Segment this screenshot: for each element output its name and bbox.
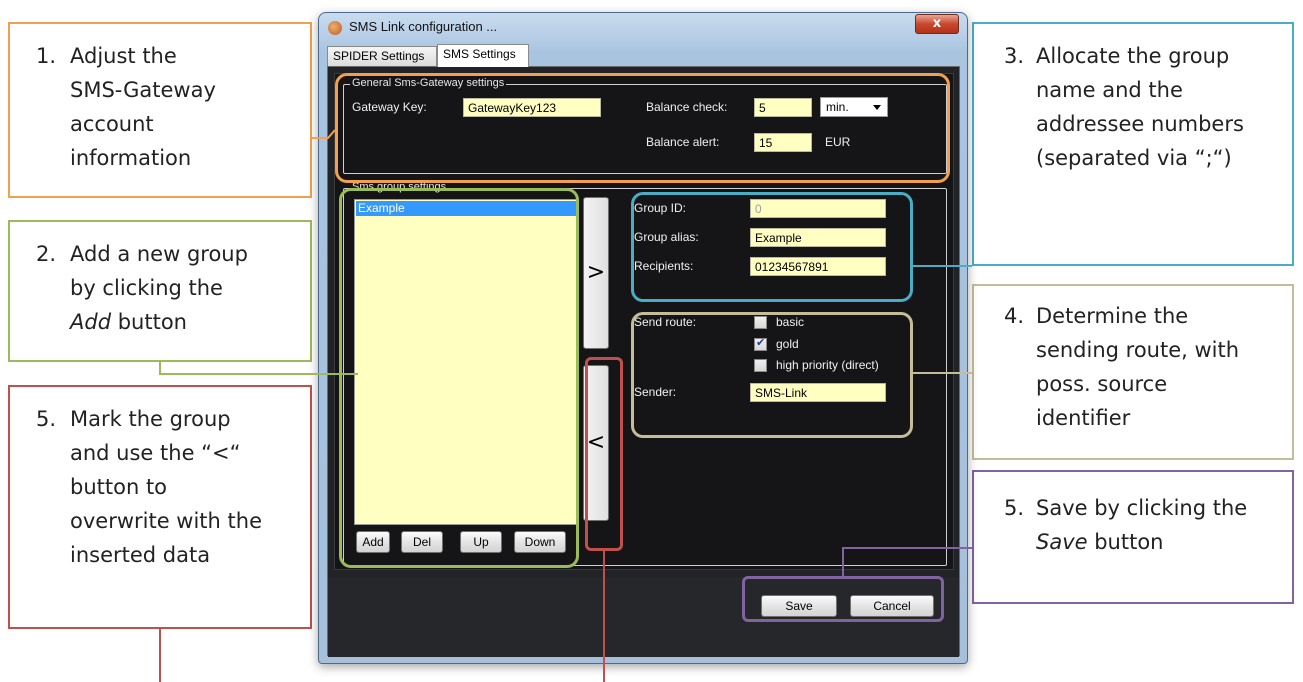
- callout-line-rest: button: [1087, 530, 1164, 554]
- callout-number: 3.: [1004, 44, 1025, 68]
- callout-line: sending route, with: [1036, 338, 1240, 362]
- callout-line: Allocate the group: [1036, 44, 1230, 68]
- callout-line: by clicking the: [70, 276, 223, 300]
- callout-line: Determine the: [1036, 304, 1189, 328]
- callout-mark-group: 5. Mark the group and use the “<“ button…: [8, 385, 312, 629]
- callout-line: Add button: [70, 306, 187, 338]
- callout-line: Save by clicking the: [1036, 496, 1248, 520]
- callout-emphasis: Add: [70, 310, 112, 334]
- callout-add-group: 2. Add a new group by clicking the Add b…: [8, 220, 312, 362]
- app-icon: [328, 21, 342, 35]
- callout-line-rest: button: [111, 310, 187, 334]
- highlight-move-left-button: [585, 357, 623, 551]
- move-right-button[interactable]: >: [583, 197, 609, 349]
- window-title: SMS Link configuration ...: [349, 19, 498, 34]
- callout-line: Save button: [1036, 526, 1164, 558]
- callout-emphasis: Save: [1036, 530, 1088, 554]
- callout-line: account: [70, 112, 154, 136]
- callout-number: 5.: [36, 407, 57, 431]
- callout-number: 4.: [1004, 304, 1025, 328]
- callout-line: name and the: [1036, 78, 1183, 102]
- callout-line: Mark the group: [70, 407, 231, 431]
- highlight-group-details: [631, 192, 913, 302]
- highlight-gateway-settings: [335, 73, 950, 183]
- callout-adjust-gateway: 1. Adjust the SMS-Gateway account inform…: [8, 22, 312, 198]
- callout-allocate-group: 3. Allocate the group name and the addre…: [972, 22, 1294, 266]
- callout-line: Adjust the: [70, 44, 177, 68]
- close-button[interactable]: x: [915, 14, 959, 34]
- callout-line: and use the “<“: [70, 441, 241, 465]
- callout-line: identifier: [1036, 406, 1131, 430]
- callout-line: overwrite with the: [70, 509, 262, 533]
- highlight-save-cancel: [742, 576, 944, 622]
- callout-number: 1.: [36, 44, 57, 68]
- callout-line: (separated via “;“): [1036, 146, 1232, 170]
- tab-spider-settings[interactable]: SPIDER Settings: [327, 46, 437, 66]
- callout-save: 5. Save by clicking the Save button: [972, 470, 1294, 604]
- callout-line: poss. source: [1036, 372, 1168, 396]
- callout-line: button to: [70, 475, 168, 499]
- callout-number: 2.: [36, 242, 57, 266]
- highlight-group-list: [339, 188, 579, 568]
- callout-line: inserted data: [70, 543, 211, 567]
- callout-send-route: 4. Determine the sending route, with pos…: [972, 284, 1294, 460]
- callout-line: addressee numbers: [1036, 112, 1244, 136]
- tab-sms-settings[interactable]: SMS Settings: [437, 44, 529, 67]
- callout-number: 5.: [1004, 496, 1025, 520]
- callout-line: information: [70, 146, 192, 170]
- title-bar[interactable]: SMS Link configuration ... x: [319, 13, 967, 41]
- highlight-send-route: [631, 312, 913, 438]
- callout-line: Add a new group: [70, 242, 248, 266]
- callout-line: SMS-Gateway: [70, 78, 216, 102]
